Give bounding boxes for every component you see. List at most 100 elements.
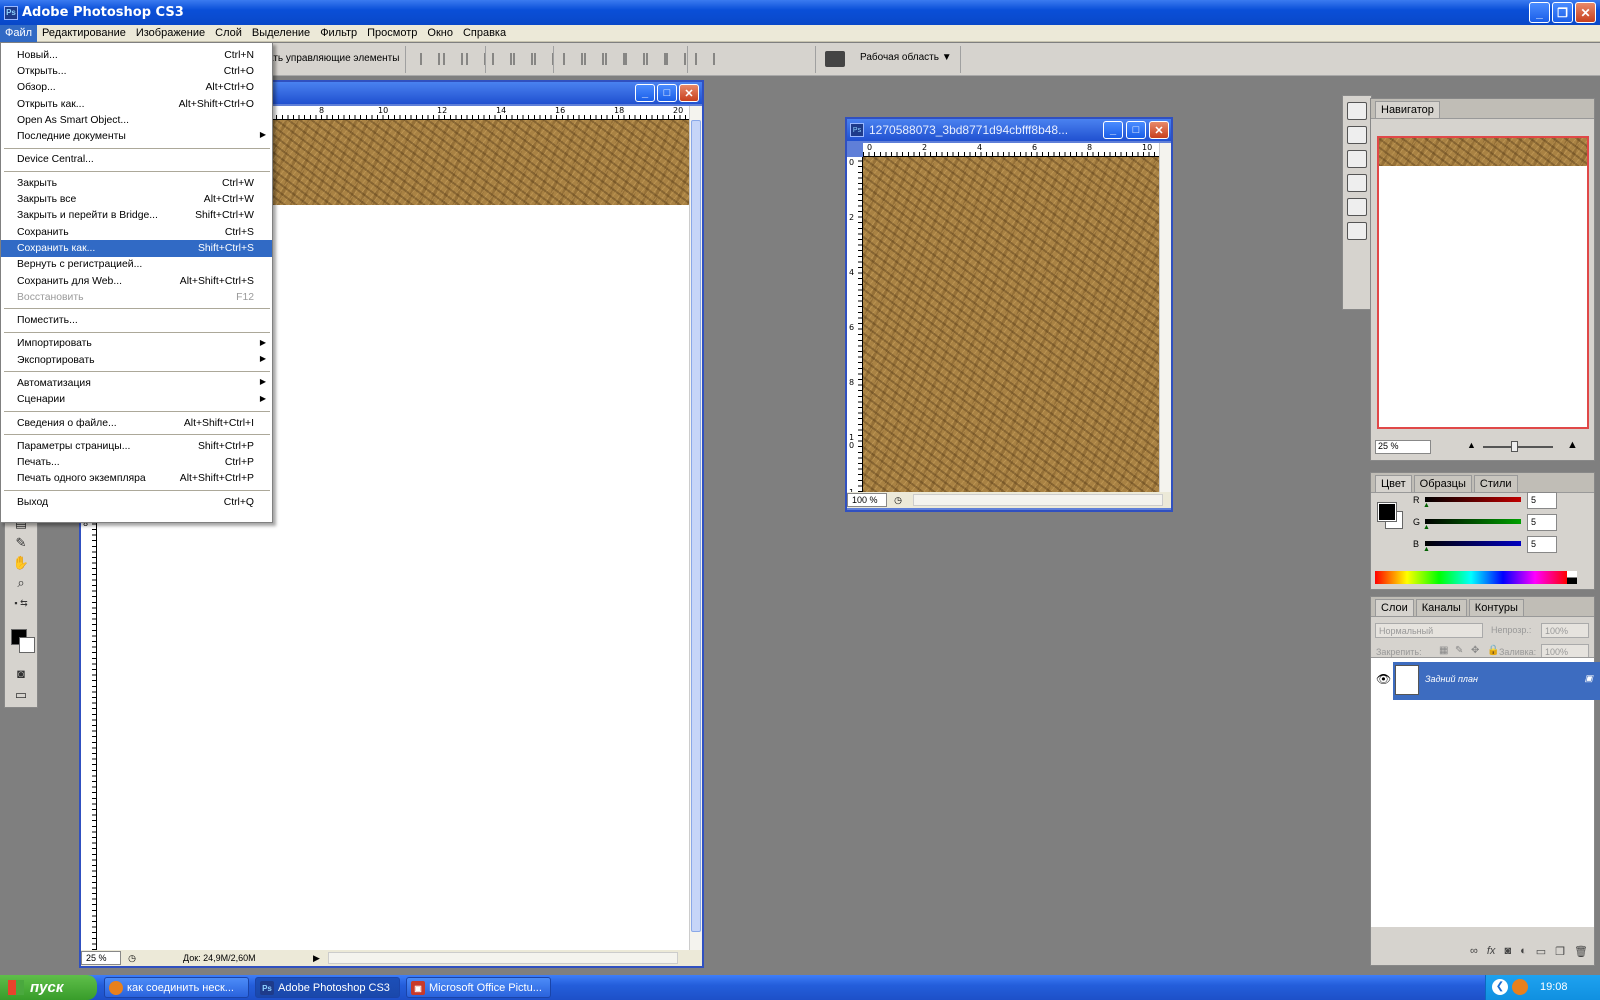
zoom-level-2[interactable]: 100 % bbox=[847, 493, 887, 507]
swap-colors-icon[interactable]: ▪ ⇆ bbox=[10, 595, 32, 611]
start-button[interactable]: пуск bbox=[0, 975, 97, 1000]
file-menu-item[interactable]: Печать... Ctrl+P bbox=[1, 455, 272, 471]
layer-mask-icon[interactable]: ◙ bbox=[1504, 945, 1511, 957]
menu-4[interactable]: Выделение bbox=[247, 25, 315, 42]
doc2-close-button[interactable]: ✕ bbox=[1149, 121, 1169, 139]
tab-navigator[interactable]: Навигатор bbox=[1375, 101, 1440, 118]
doc-minimize-button[interactable]: _ bbox=[635, 84, 655, 102]
menu-5[interactable]: Фильтр bbox=[315, 25, 362, 42]
menu-0[interactable]: Файл bbox=[0, 24, 38, 42]
history-panel-icon[interactable] bbox=[1347, 102, 1367, 120]
eyedropper-icon[interactable]: ✎ bbox=[10, 535, 32, 551]
color-foreground-swatch[interactable] bbox=[1377, 502, 1397, 522]
link-layers-icon[interactable]: ∞ bbox=[1470, 945, 1478, 957]
file-menu-item[interactable]: Закрыть Ctrl+W bbox=[1, 175, 272, 191]
adjustment-layer-icon[interactable]: ◐ bbox=[1520, 945, 1527, 957]
channel-value-field[interactable]: 5 bbox=[1527, 492, 1557, 509]
scrollbar-thumb[interactable] bbox=[691, 120, 701, 932]
distribute-bottom-icon[interactable] bbox=[605, 53, 625, 65]
distribute-right-icon[interactable] bbox=[666, 53, 686, 65]
workspace-icon[interactable] bbox=[825, 51, 845, 67]
color-panel-tab-0[interactable]: Цвет bbox=[1375, 475, 1412, 492]
show-transform-controls-label[interactable]: ать управляющие элементы bbox=[268, 53, 399, 64]
file-menu-item[interactable]: Последние документы ▶ bbox=[1, 128, 272, 144]
file-menu-item[interactable]: Сохранить для Web... Alt+Shift+Ctrl+S bbox=[1, 273, 272, 289]
channel-value-field[interactable]: 5 bbox=[1527, 514, 1557, 531]
channel-slider-handle[interactable]: ▲ bbox=[1423, 502, 1430, 509]
layers-panel-tab-1[interactable]: Каналы bbox=[1415, 599, 1467, 616]
file-menu-item[interactable]: Автоматизация ▶ bbox=[1, 375, 272, 391]
zoom-in-icon[interactable]: ▲ bbox=[1567, 439, 1578, 451]
status-arrow-icon[interactable]: ▶ bbox=[313, 953, 320, 964]
color-panel-tab-1[interactable]: Образцы bbox=[1413, 475, 1472, 492]
distribute-hcenter-icon[interactable] bbox=[646, 53, 666, 65]
menu-2[interactable]: Изображение bbox=[131, 25, 210, 42]
taskbar-button-firefox[interactable]: как соединить неск... bbox=[104, 977, 249, 998]
file-menu-item[interactable]: Сохранить Ctrl+S bbox=[1, 224, 272, 240]
channel-slider[interactable] bbox=[1425, 541, 1521, 546]
color-spectrum-bar[interactable] bbox=[1375, 571, 1567, 584]
menu-6[interactable]: Просмотр bbox=[362, 25, 422, 42]
layers-panel-tab-2[interactable]: Контуры bbox=[1468, 599, 1524, 616]
file-menu-item[interactable]: Вернуть с регистрацией... bbox=[1, 257, 272, 273]
channel-slider[interactable] bbox=[1425, 497, 1521, 502]
minimize-button[interactable]: _ bbox=[1529, 2, 1550, 23]
taskbar-button-office-picture[interactable]: ▣ Microsoft Office Pictu... bbox=[406, 977, 551, 998]
horizontal-scrollbar-2[interactable] bbox=[913, 494, 1163, 506]
lock-pixels-icon[interactable]: ✎ bbox=[1455, 645, 1463, 656]
align-right-icon[interactable] bbox=[534, 53, 554, 65]
align-left-icon[interactable] bbox=[492, 53, 512, 65]
layer-comps-panel-icon[interactable] bbox=[1347, 222, 1367, 240]
vertical-scrollbar[interactable] bbox=[689, 106, 702, 950]
align-top-icon[interactable] bbox=[420, 53, 440, 65]
distribute-left-icon[interactable] bbox=[625, 53, 645, 65]
document-window-texture[interactable]: Ps 1270588073_3bd8771d94cbfff8b48... _ □… bbox=[845, 117, 1173, 512]
clone-source-panel-icon[interactable] bbox=[1347, 198, 1367, 216]
status-menu-icon[interactable]: ◷ bbox=[125, 953, 139, 964]
layer-visibility-eye-icon[interactable]: 👁 bbox=[1376, 672, 1391, 686]
actions-panel-icon[interactable] bbox=[1347, 126, 1367, 144]
layer-row-background[interactable]: Задний план ▣ bbox=[1393, 662, 1600, 700]
file-menu-item[interactable]: Сведения о файле... Alt+Shift+Ctrl+I bbox=[1, 415, 272, 431]
clock[interactable]: 19:08 bbox=[1540, 981, 1568, 993]
file-menu-item[interactable]: Обзор... Alt+Ctrl+O bbox=[1, 80, 272, 96]
file-menu-item[interactable]: Поместить... bbox=[1, 312, 272, 328]
zoom-tool-icon[interactable]: ⌕ bbox=[10, 575, 32, 591]
file-menu-item[interactable]: Открыть как... Alt+Shift+Ctrl+O bbox=[1, 96, 272, 112]
file-menu-item[interactable]: Параметры страницы... Shift+Ctrl+P bbox=[1, 438, 272, 454]
delete-layer-icon[interactable]: 🗑 bbox=[1574, 945, 1588, 958]
file-menu-item[interactable]: Открыть... Ctrl+O bbox=[1, 63, 272, 79]
hand-tool-icon[interactable]: ✋ bbox=[10, 555, 32, 571]
navigator-zoom-slider[interactable] bbox=[1483, 440, 1553, 454]
screen-mode-icon[interactable]: ▭ bbox=[10, 687, 32, 703]
background-color-swatch[interactable] bbox=[19, 637, 35, 653]
menu-7[interactable]: Окно bbox=[422, 25, 458, 42]
menu-8[interactable]: Справка bbox=[458, 25, 511, 42]
new-group-icon[interactable]: ▭ bbox=[1536, 945, 1546, 958]
layers-panel-tab-0[interactable]: Слои bbox=[1375, 599, 1414, 616]
zoom-out-icon[interactable]: ▲ bbox=[1467, 440, 1476, 450]
blend-mode-select[interactable]: Нормальный bbox=[1375, 623, 1483, 638]
menu-3[interactable]: Слой bbox=[210, 25, 247, 42]
menu-1[interactable]: Редактирование bbox=[37, 25, 131, 42]
taskbar-button-photoshop[interactable]: Ps Adobe Photoshop CS3 bbox=[255, 977, 400, 998]
navigator-zoom-field[interactable]: 25 % bbox=[1375, 440, 1431, 454]
layer-name[interactable]: Задний план bbox=[1425, 674, 1478, 684]
file-menu-item[interactable]: Device Central... bbox=[1, 152, 272, 168]
file-menu-item[interactable]: Сценарии ▶ bbox=[1, 392, 272, 408]
align-hcenter-icon[interactable] bbox=[513, 53, 533, 65]
channel-value-field[interactable]: 5 bbox=[1527, 536, 1557, 553]
file-menu-item[interactable]: Закрыть все Alt+Ctrl+W bbox=[1, 191, 272, 207]
lock-transparent-icon[interactable]: ▦ bbox=[1439, 645, 1448, 656]
file-menu-item[interactable]: Open As Smart Object... bbox=[1, 112, 272, 128]
quick-mask-icon[interactable]: ◙ bbox=[10, 665, 32, 681]
align-vcenter-icon[interactable] bbox=[443, 53, 463, 65]
vertical-scrollbar-2[interactable] bbox=[1159, 143, 1171, 492]
status-menu-icon-2[interactable]: ◷ bbox=[891, 495, 905, 506]
lock-all-icon[interactable]: 🔒 bbox=[1487, 645, 1499, 656]
file-menu-item[interactable]: Экспортировать ▶ bbox=[1, 352, 272, 368]
file-menu-item[interactable]: Печать одного экземпляра Alt+Shift+Ctrl+P bbox=[1, 471, 272, 487]
tray-app-icon[interactable] bbox=[1512, 979, 1528, 995]
navigator-preview[interactable] bbox=[1377, 136, 1589, 429]
horizontal-scrollbar[interactable] bbox=[327, 952, 678, 964]
